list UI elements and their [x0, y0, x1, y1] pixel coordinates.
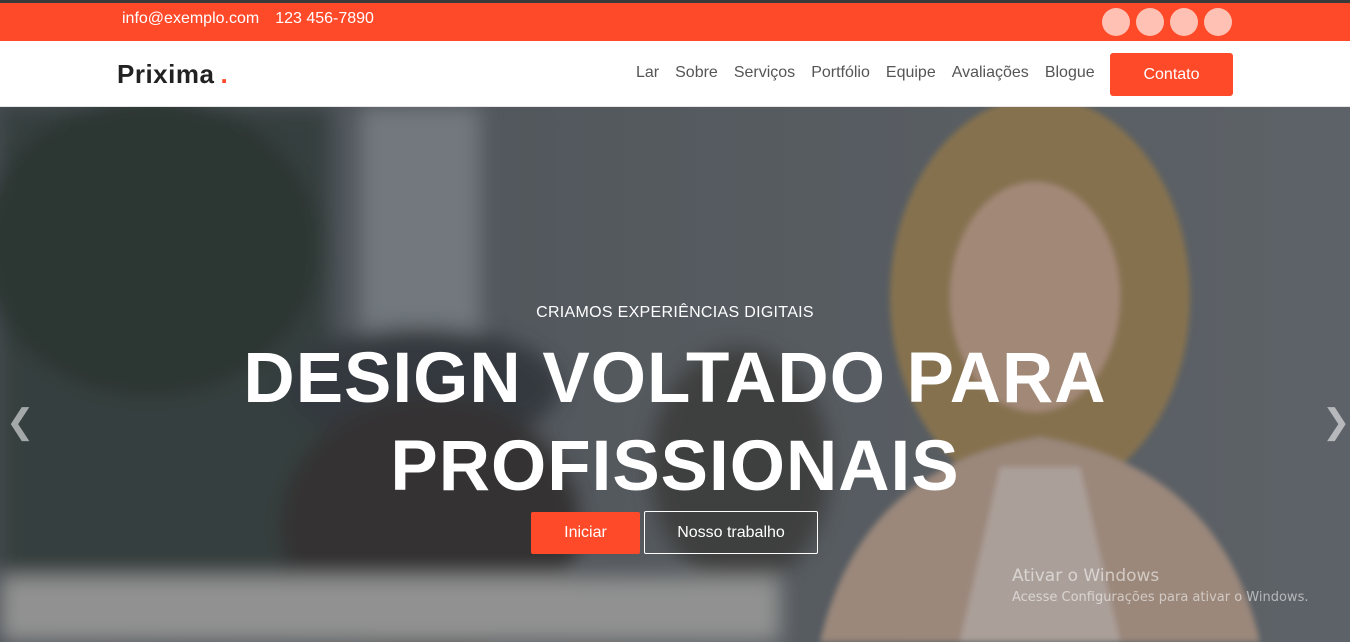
social-icon-2[interactable] — [1136, 8, 1164, 36]
contact-info: info@exemplo.com 123 456-7890 — [122, 10, 374, 28]
nav-link-sobre[interactable]: Sobre — [675, 64, 718, 82]
logo-dot: . — [220, 59, 229, 89]
carousel-prev-icon[interactable]: ❮ — [6, 402, 35, 442]
navbar: Prixima. Lar Sobre Serviços Portfólio Eq… — [0, 41, 1350, 107]
hero-title-line-1: DESIGN VOLTADO PARA — [243, 339, 1107, 418]
phone-link[interactable]: 123 456-7890 — [275, 10, 374, 28]
hero-title-line-2: PROFISSIONAIS — [390, 427, 960, 506]
main-nav: Lar Sobre Serviços Portfólio Equipe Aval… — [636, 64, 1095, 82]
carousel-next-icon[interactable]: ❯ — [1322, 402, 1350, 442]
start-button[interactable]: Iniciar — [531, 512, 640, 554]
windows-activation-watermark: Ativar o Windows Acesse Configurações pa… — [1012, 566, 1308, 605]
social-links — [1102, 8, 1232, 36]
our-work-button[interactable]: Nosso trabalho — [644, 511, 818, 554]
watermark-title: Ativar o Windows — [1012, 566, 1160, 586]
nav-link-lar[interactable]: Lar — [636, 64, 659, 82]
hero-eyebrow: CRIAMOS EXPERIÊNCIAS DIGITAIS — [536, 304, 814, 321]
nav-link-avaliacoes[interactable]: Avaliações — [952, 64, 1029, 82]
logo[interactable]: Prixima. — [117, 59, 228, 90]
hero-title: DESIGN VOLTADO PARA PROFISSIONAIS — [175, 335, 1175, 511]
email-link[interactable]: info@exemplo.com — [122, 10, 259, 28]
nav-link-portfolio[interactable]: Portfólio — [811, 64, 870, 82]
nav-link-equipe[interactable]: Equipe — [886, 64, 936, 82]
social-icon-3[interactable] — [1170, 8, 1198, 36]
logo-text: Prixima — [117, 59, 215, 89]
watermark-subtitle: Acesse Configurações para ativar o Windo… — [1012, 590, 1309, 605]
top-bar: info@exemplo.com 123 456-7890 — [0, 0, 1350, 41]
social-icon-1[interactable] — [1102, 8, 1130, 36]
social-icon-4[interactable] — [1204, 8, 1232, 36]
hero-section: CRIAMOS EXPERIÊNCIAS DIGITAIS DESIGN VOL… — [0, 107, 1350, 642]
nav-link-blogue[interactable]: Blogue — [1045, 64, 1095, 82]
nav-link-servicos[interactable]: Serviços — [734, 64, 795, 82]
contact-button[interactable]: Contato — [1110, 53, 1233, 96]
